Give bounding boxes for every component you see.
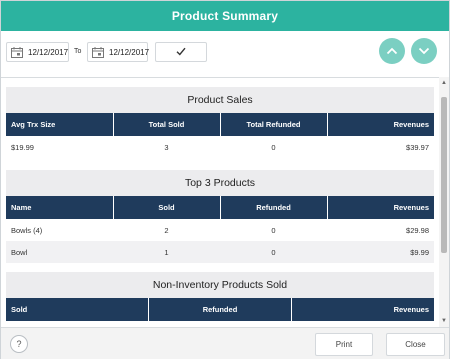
table-cell: Bowls (4): [11, 225, 43, 235]
table-cell: 3: [164, 142, 169, 152]
to-label: To: [74, 48, 82, 55]
start-date-value: 12/12/2017: [28, 47, 69, 57]
product-sales-table: Avg Trx Size Total Sold Total Refunded R…: [6, 113, 434, 158]
table-row: $19.99 3 0 $39.97: [6, 136, 434, 158]
column-header: Name: [6, 196, 114, 219]
calendar-icon: [11, 46, 23, 58]
table-cell: Bowl: [6, 241, 113, 263]
scroll-arrow-up-icon[interactable]: ▲: [440, 80, 448, 86]
column-header: Total Refunded: [220, 113, 328, 136]
table-cell: 0: [271, 225, 276, 235]
table-cell: $39.97: [406, 142, 429, 152]
help-button[interactable]: ?: [10, 335, 28, 353]
section-title: Non-Inventory Products Sold: [6, 272, 434, 298]
scroll-arrow-down-icon[interactable]: ▼: [440, 318, 448, 324]
column-header: Sold: [6, 298, 150, 321]
end-date-value: 12/12/2017: [109, 47, 150, 57]
table-cell: 0: [271, 142, 276, 152]
table-cell: 2: [164, 225, 169, 235]
vertical-scrollbar[interactable]: ▲ ▼: [439, 77, 449, 327]
top-products-table: Name Sold Refunded Revenues Bowls (4) 2 …: [6, 196, 434, 263]
table-row: Bowl 1 0 $9.99: [6, 241, 434, 263]
column-header: Sold: [113, 196, 221, 219]
calendar-icon: [92, 46, 104, 58]
table-cell: $9.99: [327, 241, 434, 263]
product-summary-window: Product Summary 12/12/2017 To 12/12/2017…: [0, 0, 450, 359]
table-cell: 1: [113, 241, 220, 263]
top-products-section: Top 3 Products Name Sold Refunded Revenu…: [6, 170, 434, 263]
window-title: Product Summary: [1, 1, 449, 31]
apply-date-button[interactable]: [155, 42, 207, 62]
non-inventory-table: Sold Refunded Revenues: [6, 298, 434, 321]
column-header: Refunded: [148, 298, 292, 321]
end-date-field[interactable]: 12/12/2017: [87, 42, 150, 62]
table-row: Bowls (4) 2 0 $29.98: [6, 219, 434, 241]
scroll-down-button[interactable]: [411, 38, 437, 64]
table-cell: $29.98: [406, 225, 429, 235]
table-cell: $19.99: [11, 142, 34, 152]
column-header: Revenues: [291, 298, 434, 321]
column-header: Revenues: [327, 196, 434, 219]
column-header: Revenues: [327, 113, 434, 136]
column-header: Total Sold: [113, 113, 221, 136]
section-title: Product Sales: [6, 87, 434, 113]
scrollbar-thumb[interactable]: [441, 97, 447, 253]
section-title: Top 3 Products: [6, 170, 434, 196]
close-button[interactable]: Close: [386, 333, 445, 356]
chevron-up-icon: [386, 42, 398, 60]
non-inventory-section: Non-Inventory Products Sold Sold Refunde…: [6, 272, 434, 321]
summary-content: Product Sales Avg Trx Size Total Sold To…: [1, 77, 449, 327]
product-sales-section: Product Sales Avg Trx Size Total Sold To…: [6, 87, 434, 158]
table-cell: 0: [220, 241, 327, 263]
checkmark-icon: [176, 43, 186, 61]
scroll-up-button[interactable]: [379, 38, 405, 64]
column-header: Refunded: [220, 196, 328, 219]
column-header: Avg Trx Size: [6, 113, 114, 136]
start-date-field[interactable]: 12/12/2017: [6, 42, 69, 62]
chevron-down-icon: [418, 42, 430, 60]
footer-bar: ? Print Close: [1, 327, 449, 359]
date-toolbar: 12/12/2017 To 12/12/2017: [1, 31, 449, 73]
print-button[interactable]: Print: [315, 333, 373, 356]
